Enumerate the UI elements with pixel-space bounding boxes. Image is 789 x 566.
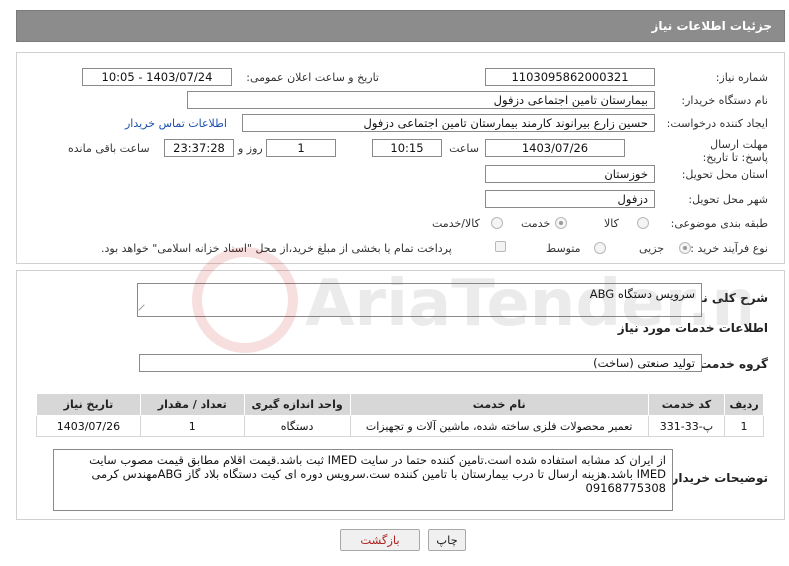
buyer-notes-label: توضیحات خریدار:	[666, 471, 768, 485]
process-option-minor: جزیی	[639, 242, 665, 255]
deadline-time-field: 10:15	[372, 139, 442, 157]
announce-label: تاریخ و ساعت اعلان عمومی:	[246, 71, 379, 84]
table-row: 1 پ-33-331 تعمیر محصولات فلزی ساخته شده،…	[36, 415, 764, 437]
announce-field: 1403/07/24 - 10:05	[82, 68, 232, 86]
creator-label: ایجاد کننده درخواست:	[666, 117, 768, 130]
cell-code: پ-33-331	[647, 415, 726, 437]
buyer-org-field: بیمارستان تامین اجتماعی دزفول	[187, 91, 655, 109]
category-label: طبقه بندی موضوعی:	[670, 217, 768, 230]
cell-date: 1403/07/26	[36, 415, 141, 437]
deadline-label: مهلت ارسال پاسخ: تا تاریخ:	[702, 138, 768, 164]
page-header: جزئیات اطلاعات نیاز	[16, 10, 785, 42]
print-button[interactable]: چاپ	[428, 529, 466, 551]
process-radio-minor[interactable]	[679, 242, 691, 254]
cell-name: تعمیر محصولات فلزی ساخته شده، ماشین آلات…	[349, 415, 649, 437]
category-radio-goods[interactable]	[637, 217, 649, 229]
col-qty: تعداد / مقدار	[139, 393, 245, 416]
need-number-field: 1103095862000321	[485, 68, 655, 86]
col-row: ردیف	[724, 393, 764, 416]
days-field: 1	[266, 139, 336, 157]
col-date: تاریخ نیاز	[36, 393, 141, 416]
remaining-time-field: 23:37:28	[164, 139, 234, 157]
category-radio-service[interactable]	[555, 217, 567, 229]
buyer-notes-field: از ایران کد مشابه استفاده شده است.تامین …	[53, 449, 673, 511]
page-title: جزئیات اطلاعات نیاز	[651, 19, 772, 33]
need-details-panel: شرح کلی نیاز: سرویس دستگاه ABG اطلاعات خ…	[16, 270, 785, 520]
city-field: دزفول	[485, 190, 655, 208]
deadline-time-label: ساعت	[449, 142, 479, 155]
cell-row: 1	[724, 415, 764, 437]
province-label: استان محل تحویل:	[681, 168, 768, 181]
service-group-label: گروه خدمت:	[694, 357, 768, 371]
category-option-service: خدمت	[521, 217, 551, 230]
process-label: نوع فرآیند خرید :	[690, 242, 768, 255]
days-label: روز و	[238, 142, 263, 155]
col-code: کد خدمت	[647, 393, 726, 416]
services-table: ردیف کد خدمت نام خدمت واحد اندازه گیری ت…	[36, 393, 764, 437]
payment-note: پرداخت تمام یا بخشی از مبلغ خرید،از محل …	[101, 242, 452, 255]
province-field: خوزستان	[485, 165, 655, 183]
table-header-row: ردیف کد خدمت نام خدمت واحد اندازه گیری ت…	[36, 393, 764, 416]
buyer-org-label: نام دستگاه خریدار:	[681, 94, 768, 107]
treasury-checkbox[interactable]	[495, 241, 506, 252]
remaining-label: ساعت باقی مانده	[68, 142, 150, 155]
contact-buyer-link[interactable]: اطلاعات تماس خریدار	[125, 117, 227, 130]
cell-unit: دستگاه	[243, 415, 351, 437]
resize-grip-icon	[138, 304, 150, 316]
summary-text: سرویس دستگاه ABG	[589, 287, 695, 301]
creator-field: حسین زارع بیرانوند کارمند بیمارستان تامی…	[242, 114, 655, 132]
services-title: اطلاعات خدمات مورد نیاز	[617, 321, 768, 335]
deadline-date-field: 1403/07/26	[485, 139, 625, 157]
process-radio-medium[interactable]	[594, 242, 606, 254]
category-option-goods: کالا	[604, 217, 619, 230]
category-radio-goods-service[interactable]	[491, 217, 503, 229]
back-button[interactable]: بازگشت	[340, 529, 420, 551]
category-option-goods-service: کالا/خدمت	[432, 217, 480, 230]
summary-field: سرویس دستگاه ABG	[137, 283, 702, 317]
need-number-label: شماره نیاز:	[715, 71, 768, 84]
col-unit: واحد اندازه گیری	[243, 393, 351, 416]
city-label: شهر محل تحویل:	[688, 193, 768, 206]
col-name: نام خدمت	[349, 393, 649, 416]
service-group-field: تولید صنعتی (ساخت)	[139, 354, 702, 372]
process-option-medium: متوسط	[546, 242, 581, 255]
need-info-panel: شماره نیاز: 1103095862000321 تاریخ و ساع…	[16, 52, 785, 264]
cell-qty: 1	[139, 415, 245, 437]
